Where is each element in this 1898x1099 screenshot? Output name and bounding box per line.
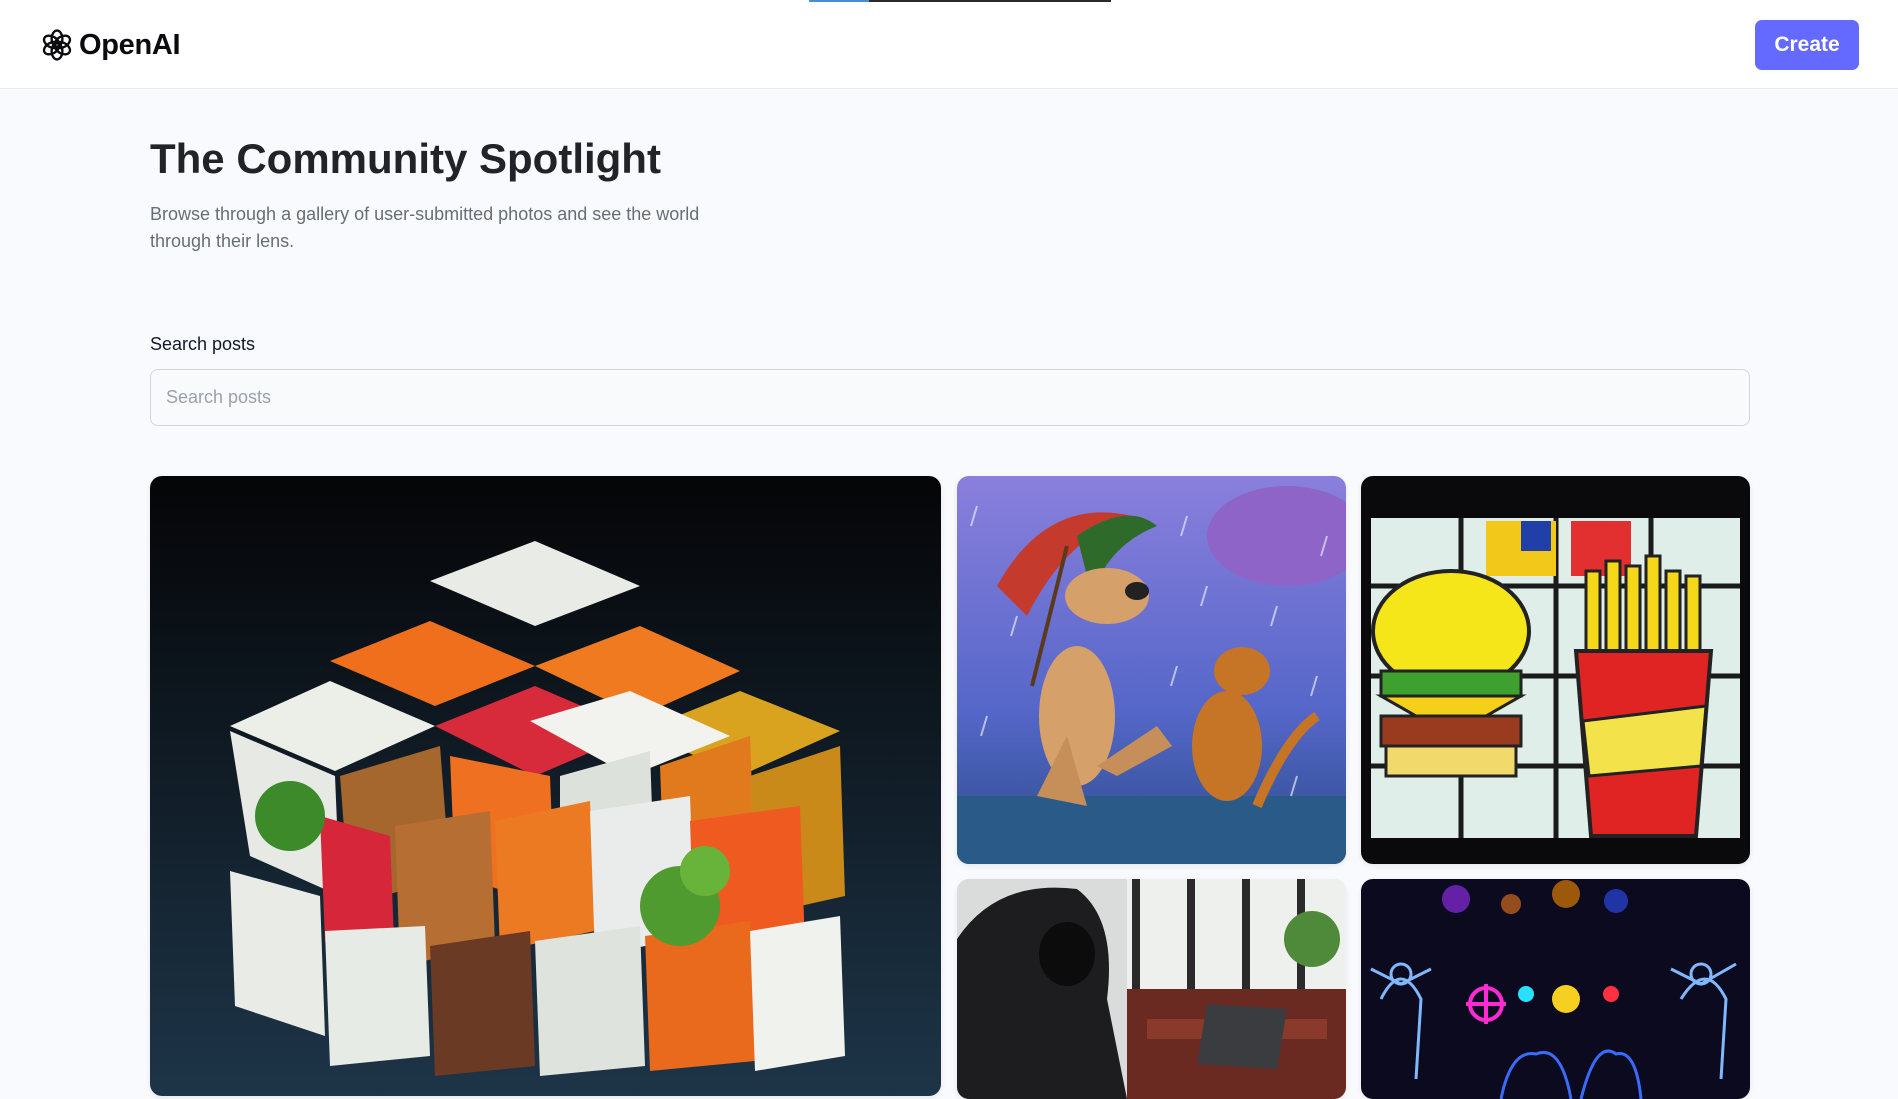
logo-text: OpenAI xyxy=(79,28,181,61)
search-label: Search posts xyxy=(150,334,256,354)
rubiks-cube-food-image xyxy=(150,476,941,1096)
card-neon-dancers[interactable] xyxy=(1361,879,1750,1099)
hooded-hacker-image xyxy=(957,879,1346,1099)
search-input[interactable] xyxy=(150,369,1750,426)
card-hooded-hacker[interactable] xyxy=(957,879,1346,1099)
top-navbar: OpenAI Create xyxy=(0,0,1898,89)
dog-cat-rain-image xyxy=(957,476,1346,864)
logo[interactable]: OpenAI xyxy=(39,27,181,63)
card-dog-cat-rain[interactable] xyxy=(957,476,1346,864)
stained-glass-burger-image xyxy=(1361,476,1750,864)
loading-progress-fill xyxy=(809,0,870,2)
card-stained-glass-burger[interactable] xyxy=(1361,476,1750,864)
neon-dancers-image xyxy=(1361,879,1750,1099)
loading-progress-bar xyxy=(809,0,1111,2)
card-rubiks-cube-food[interactable] xyxy=(150,476,941,1096)
page-title: The Community Spotlight xyxy=(150,135,661,182)
page-subtitle: Browse through a gallery of user-submitt… xyxy=(150,204,700,251)
create-button[interactable]: Create xyxy=(1755,20,1859,70)
openai-logo-icon xyxy=(42,29,72,61)
